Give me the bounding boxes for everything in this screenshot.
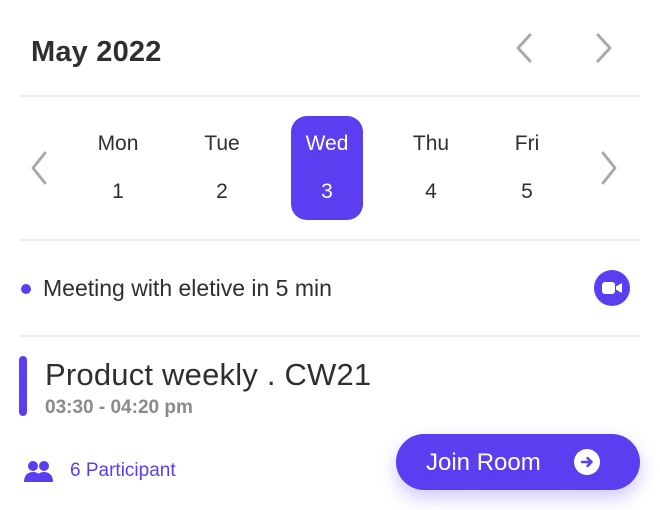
header-divider [19, 95, 640, 97]
chevron-left-icon [31, 151, 47, 185]
prev-week-button[interactable] [21, 150, 57, 186]
week-strip: Mon 1 Tue 2 Wed 3 Thu 4 Fri 5 [0, 98, 660, 238]
chevron-right-icon [596, 33, 612, 63]
join-room-button[interactable]: Join Room [396, 434, 640, 490]
participants-link[interactable]: 6 Participant [22, 456, 176, 486]
day-name: Thu [412, 132, 450, 155]
chevron-left-icon [516, 33, 532, 63]
join-room-label: Join Room [426, 449, 541, 476]
day-number: 1 [112, 180, 124, 203]
video-call-button[interactable] [594, 270, 630, 306]
day-tue[interactable]: Tue 2 [186, 116, 258, 220]
month-title: May 2022 [31, 36, 162, 68]
day-name: Tue [204, 132, 240, 155]
next-month-button[interactable] [586, 30, 622, 66]
calendar-header: May 2022 [0, 0, 660, 96]
day-thu[interactable]: Thu 4 [395, 116, 467, 220]
day-name: Mon [97, 132, 139, 155]
week-divider [19, 239, 640, 241]
reminder-dot [21, 284, 31, 294]
day-name: Wed [305, 132, 349, 155]
reminder-text: Meeting with eletive in 5 min [43, 275, 332, 301]
day-number: 4 [425, 180, 437, 203]
day-number: 2 [216, 180, 228, 203]
day-wed-selected[interactable]: Wed 3 [291, 116, 363, 220]
prev-month-button[interactable] [506, 30, 542, 66]
event-time: 03:30 - 04:20 pm [45, 397, 193, 418]
day-number: 5 [521, 180, 533, 203]
chevron-right-icon [601, 151, 617, 185]
next-week-button[interactable] [591, 150, 627, 186]
event-title: Product weekly . CW21 [45, 357, 372, 392]
arrow-right-circle-icon [574, 449, 600, 475]
day-name: Fri [514, 132, 540, 155]
meeting-reminder: Meeting with eletive in 5 min [0, 242, 660, 334]
participants-count: 6 Participant [70, 460, 176, 481]
video-camera-icon [602, 282, 622, 294]
reminder-divider [19, 335, 640, 337]
users-icon [24, 461, 53, 482]
day-number: 3 [321, 180, 333, 203]
day-mon[interactable]: Mon 1 [82, 116, 154, 220]
day-fri[interactable]: Fri 5 [491, 116, 563, 220]
event-accent-bar [19, 356, 27, 416]
